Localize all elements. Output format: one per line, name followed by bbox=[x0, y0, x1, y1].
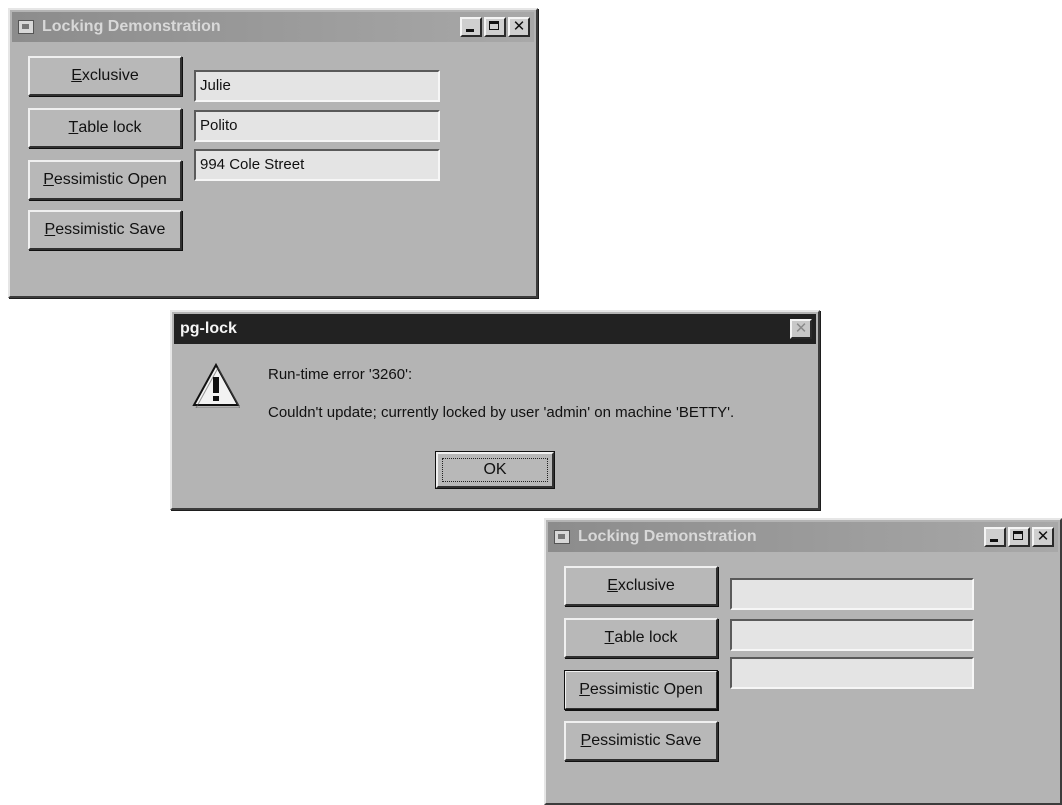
minimize-button[interactable] bbox=[984, 527, 1006, 547]
error-dialog: pg-lock ✕ Run-time error '3260': Couldn'… bbox=[170, 310, 820, 510]
minimize-button[interactable] bbox=[460, 17, 482, 37]
window-title: Locking Demonstration bbox=[578, 528, 757, 545]
first-name-field[interactable] bbox=[730, 578, 974, 610]
last-name-field[interactable] bbox=[730, 619, 974, 651]
app-icon[interactable] bbox=[18, 20, 34, 34]
pessimistic-open-button[interactable]: Pessimistic Open bbox=[564, 670, 718, 710]
table-lock-button[interactable]: Table lock bbox=[28, 108, 182, 148]
pessimistic-open-button[interactable]: Pessimistic Open bbox=[28, 160, 182, 200]
app-icon[interactable] bbox=[554, 530, 570, 544]
ok-button[interactable]: OK bbox=[435, 451, 555, 489]
table-lock-button[interactable]: Table lock bbox=[564, 618, 718, 658]
first-name-field[interactable]: Julie bbox=[194, 70, 440, 102]
last-name-field[interactable]: Polito bbox=[194, 110, 440, 142]
dialog-title-bar[interactable]: pg-lock ✕ bbox=[174, 314, 816, 344]
window-title: Locking Demonstration bbox=[42, 18, 221, 35]
error-code-text: Run-time error '3260': bbox=[268, 366, 413, 383]
locking-demo-window-top: Locking Demonstration ✕ Exclusive Table … bbox=[8, 8, 538, 298]
maximize-button[interactable] bbox=[484, 17, 506, 37]
close-button[interactable]: ✕ bbox=[1032, 527, 1054, 547]
dialog-close-button[interactable]: ✕ bbox=[790, 319, 812, 339]
dialog-title: pg-lock bbox=[180, 320, 237, 337]
address-field[interactable]: 994 Cole Street bbox=[194, 149, 440, 181]
address-field[interactable] bbox=[730, 657, 974, 689]
title-bar[interactable]: Locking Demonstration ✕ bbox=[12, 12, 534, 42]
maximize-button[interactable] bbox=[1008, 527, 1030, 547]
pessimistic-save-button[interactable]: Pessimistic Save bbox=[28, 210, 182, 250]
warning-icon bbox=[192, 362, 240, 408]
pessimistic-save-button[interactable]: Pessimistic Save bbox=[564, 721, 718, 761]
close-button[interactable]: ✕ bbox=[508, 17, 530, 37]
exclusive-button[interactable]: Exclusive bbox=[28, 56, 182, 96]
exclusive-button[interactable]: Exclusive bbox=[564, 566, 718, 606]
locking-demo-window-bottom: Locking Demonstration ✕ Exclusive Table … bbox=[544, 518, 1062, 805]
error-message-text: Couldn't update; currently locked by use… bbox=[268, 404, 735, 421]
title-bar[interactable]: Locking Demonstration ✕ bbox=[548, 522, 1058, 552]
